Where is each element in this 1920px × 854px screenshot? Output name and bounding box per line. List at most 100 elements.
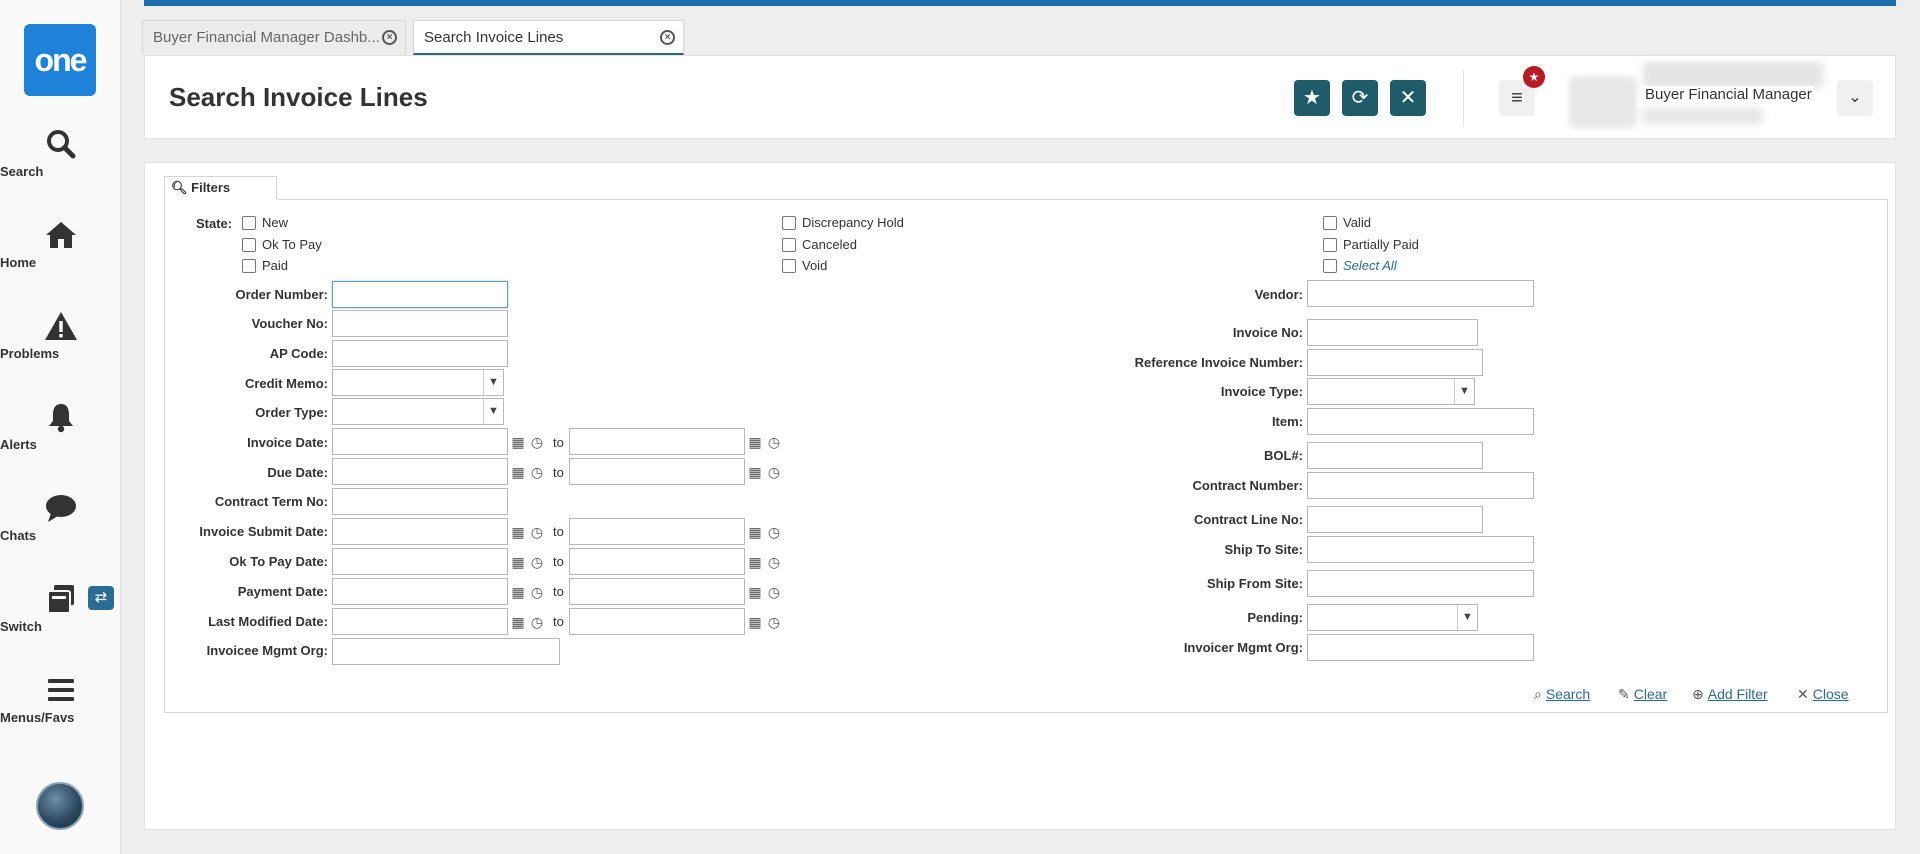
- calendar-icon[interactable]: ▦: [746, 433, 764, 451]
- item-input[interactable]: [1307, 408, 1534, 435]
- contract-line-no-input[interactable]: [1307, 506, 1483, 533]
- contract-number-input[interactable]: [1307, 472, 1534, 499]
- ship-to-site-input[interactable]: [1307, 536, 1534, 563]
- filters-tab[interactable]: 🔍︎ Filters: [164, 176, 277, 200]
- clock-icon[interactable]: ◷: [765, 463, 783, 481]
- role-dropdown-button[interactable]: ⌄: [1837, 80, 1873, 116]
- user-role: Buyer Financial Manager: [1643, 86, 1814, 103]
- search-action-link[interactable]: ⌕ Search: [1534, 686, 1590, 703]
- calendar-icon[interactable]: ▦: [509, 613, 527, 631]
- clock-icon[interactable]: ◷: [528, 523, 546, 541]
- voucher-no-input[interactable]: [332, 310, 508, 337]
- calendar-icon[interactable]: ▦: [509, 583, 527, 601]
- close-page-button[interactable]: ✕: [1390, 80, 1426, 116]
- calendar-icon[interactable]: ▦: [509, 523, 527, 541]
- order-number-input[interactable]: [332, 281, 508, 308]
- calendar-icon[interactable]: ▦: [746, 463, 764, 481]
- vendor-label: Vendor:: [1254, 287, 1303, 302]
- refresh-button[interactable]: ⟳: [1342, 80, 1378, 116]
- invoicer-mgmt-org-input[interactable]: [1307, 634, 1534, 661]
- ok-to-pay-date-to-input[interactable]: [569, 548, 745, 575]
- rail-problems[interactable]: Problems: [0, 310, 121, 361]
- close-tab-icon[interactable]: ×: [660, 30, 675, 45]
- invoice-no-input[interactable]: [1307, 319, 1478, 346]
- clock-icon[interactable]: ◷: [765, 523, 783, 541]
- due-date-from-input[interactable]: [332, 458, 508, 485]
- state-canceled-checkbox[interactable]: [782, 238, 796, 252]
- tab-search-invoice-lines[interactable]: Search Invoice Lines ×: [413, 20, 684, 55]
- clock-icon[interactable]: ◷: [528, 583, 546, 601]
- vendor-input[interactable]: [1307, 280, 1534, 307]
- clock-icon[interactable]: ◷: [528, 433, 546, 451]
- clock-icon[interactable]: ◷: [765, 433, 783, 451]
- state-partially-paid-checkbox[interactable]: [1323, 238, 1337, 252]
- rail-menus-favs[interactable]: Menus/Favs: [0, 674, 121, 725]
- contract-number-label: Contract Number:: [1192, 478, 1303, 493]
- clock-icon[interactable]: ◷: [528, 613, 546, 631]
- bol-input[interactable]: [1307, 442, 1483, 469]
- due-date-to-input[interactable]: [569, 458, 745, 485]
- calendar-icon[interactable]: ▦: [509, 553, 527, 571]
- ok-to-pay-date-from-input[interactable]: [332, 548, 508, 575]
- tab-buyer-financial-dashboard[interactable]: Buyer Financial Manager Dashb... ×: [142, 20, 406, 55]
- reference-invoice-number-input[interactable]: [1307, 349, 1483, 376]
- credit-memo-select[interactable]: ▼: [332, 369, 504, 396]
- tab-label: Buyer Financial Manager Dashb...: [153, 29, 380, 46]
- invoice-date-label: Invoice Date:: [247, 435, 328, 450]
- ap-code-input[interactable]: [332, 340, 508, 367]
- state-select-all-checkbox[interactable]: [1323, 259, 1337, 273]
- calendar-icon[interactable]: ▦: [746, 553, 764, 571]
- order-type-select[interactable]: ▼: [332, 398, 504, 425]
- user-avatar[interactable]: [36, 782, 84, 830]
- rail-chats[interactable]: Chats: [0, 492, 121, 543]
- clear-action-link[interactable]: ✎ Clear: [1618, 686, 1667, 703]
- pending-select[interactable]: ▼: [1307, 604, 1478, 631]
- calendar-icon[interactable]: ▦: [746, 613, 764, 631]
- last-modified-date-label: Last Modified Date:: [208, 614, 328, 629]
- state-new-checkbox[interactable]: [242, 216, 256, 230]
- rail-search[interactable]: Search: [0, 128, 121, 179]
- invoicee-mgmt-org-input[interactable]: [332, 638, 560, 665]
- clock-icon[interactable]: ◷: [528, 553, 546, 571]
- contract-term-no-input[interactable]: [332, 488, 508, 515]
- state-discrepancy-hold-checkbox[interactable]: [782, 216, 796, 230]
- blurred-org-logo: [1569, 76, 1637, 128]
- calendar-icon[interactable]: ▦: [509, 433, 527, 451]
- close-tab-icon[interactable]: ×: [382, 30, 397, 45]
- favorite-button[interactable]: ★: [1294, 80, 1330, 116]
- invoice-date-to-input[interactable]: [569, 428, 745, 455]
- one-logo[interactable]: one: [24, 24, 96, 96]
- state-select-all-label[interactable]: Select All: [1343, 258, 1397, 273]
- clock-icon[interactable]: ◷: [528, 463, 546, 481]
- state-valid-checkbox[interactable]: [1323, 216, 1337, 230]
- hamburger-icon: [0, 674, 121, 706]
- add-filter-action-link[interactable]: ⊕ Add Filter: [1692, 686, 1768, 703]
- calendar-icon[interactable]: ▦: [746, 523, 764, 541]
- rail-alerts-label: Alerts: [0, 437, 37, 452]
- invoice-date-from-input[interactable]: [332, 428, 508, 455]
- state-void-checkbox[interactable]: [782, 259, 796, 273]
- close-action-link[interactable]: ✕ Close: [1797, 686, 1849, 703]
- invoice-submit-date-to-input[interactable]: [569, 518, 745, 545]
- invoice-submit-date-from-input[interactable]: [332, 518, 508, 545]
- rail-alerts[interactable]: Alerts: [0, 401, 121, 452]
- clock-icon[interactable]: ◷: [765, 553, 783, 571]
- rail-home[interactable]: Home: [0, 219, 121, 270]
- state-ok-to-pay-checkbox[interactable]: [242, 238, 256, 252]
- clock-icon[interactable]: ◷: [765, 583, 783, 601]
- calendar-icon[interactable]: ▦: [509, 463, 527, 481]
- last-modified-date-to-input[interactable]: [569, 608, 745, 635]
- notification-badge-icon[interactable]: ★: [1523, 66, 1545, 88]
- invoice-type-select[interactable]: ▼: [1307, 378, 1475, 405]
- voucher-no-label: Voucher No:: [251, 316, 328, 331]
- rail-problems-label: Problems: [0, 346, 60, 361]
- calendar-icon[interactable]: ▦: [746, 583, 764, 601]
- payment-date-to-input[interactable]: [569, 578, 745, 605]
- ship-from-site-input[interactable]: [1307, 570, 1534, 597]
- clock-icon[interactable]: ◷: [765, 613, 783, 631]
- ship-from-site-label: Ship From Site:: [1206, 576, 1303, 591]
- state-paid-checkbox[interactable]: [242, 259, 256, 273]
- payment-date-from-input[interactable]: [332, 578, 508, 605]
- last-modified-date-from-input[interactable]: [332, 608, 508, 635]
- switch-arrows-icon[interactable]: ⇄: [88, 586, 114, 610]
